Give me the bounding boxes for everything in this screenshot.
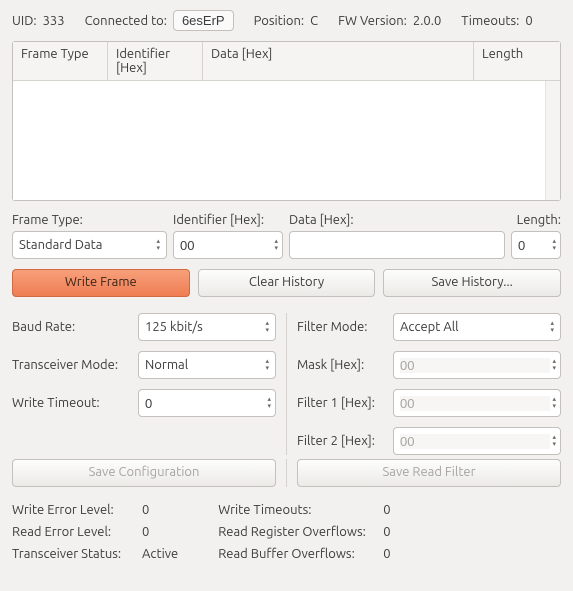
frame-type-value: Standard Data — [19, 238, 102, 252]
chevron-updown-icon: ▴▾ — [154, 238, 162, 252]
top-bar: UID: 333 Connected to: 6esErP Position: … — [12, 10, 561, 31]
read-buffer-overflows-label: Read Buffer Overflows: — [218, 547, 383, 561]
filter2-field — [400, 434, 550, 449]
vertical-divider — [286, 459, 287, 487]
connected-label: Connected to: — [85, 14, 167, 28]
table-header: Frame Type Identifier [Hex] Data [Hex] L… — [13, 42, 560, 81]
uid-label: UID: — [12, 14, 37, 28]
chevron-updown-icon: ▴▾ — [263, 320, 271, 334]
col-frame-type[interactable]: Frame Type — [13, 42, 108, 80]
spinner-arrows-icon[interactable]: ▴▾ — [265, 396, 273, 410]
connected-to-button[interactable]: 6esErP — [173, 10, 234, 31]
transceiver-status-label: Transceiver Status: — [12, 547, 142, 561]
frame-type-label: Frame Type: — [12, 213, 167, 227]
position-label: Position: — [254, 14, 305, 28]
spinner-arrows-icon: ▴▾ — [550, 434, 558, 448]
filter1-field — [400, 396, 550, 411]
filter1-input[interactable]: ▴▾ — [393, 389, 561, 417]
read-register-overflows-value: 0 — [383, 525, 390, 539]
identifier-field[interactable] — [180, 238, 272, 253]
position-value: C — [310, 14, 318, 28]
vertical-divider — [286, 313, 287, 455]
write-timeouts-value: 0 — [383, 503, 390, 517]
read-register-overflows-label: Read Register Overflows: — [218, 525, 383, 539]
chevron-updown-icon: ▴▾ — [263, 358, 271, 372]
length-label: Length: — [511, 213, 561, 227]
transceiver-mode-value: Normal — [145, 358, 188, 372]
input-row: Standard Data ▴▾ ▴▾ ▴▾ — [12, 231, 561, 259]
read-error-level-value: 0 — [142, 525, 149, 539]
save-buttons-row: Save Configuration Save Read Filter — [12, 459, 561, 487]
mask-field — [400, 358, 550, 373]
save-history-button[interactable]: Save History... — [383, 269, 561, 297]
mask-input[interactable]: ▴▾ — [393, 351, 561, 379]
config-section: Baud Rate: 125 kbit/s ▴▾ Transceiver Mod… — [12, 313, 561, 455]
frame-type-select[interactable]: Standard Data ▴▾ — [12, 231, 167, 259]
stats-left-column: Write Error Level: 0 Read Error Level: 0… — [12, 503, 178, 561]
read-buffer-overflows-value: 0 — [383, 547, 390, 561]
input-labels-row: Frame Type: Identifier [Hex]: Data [Hex]… — [12, 213, 561, 227]
config-left-column: Baud Rate: 125 kbit/s ▴▾ Transceiver Mod… — [12, 313, 276, 455]
spinner-arrows-icon: ▴▾ — [550, 358, 558, 372]
write-frame-button[interactable]: Write Frame — [12, 269, 190, 297]
spinner-arrows-icon: ▴▾ — [550, 396, 558, 410]
save-read-filter-button[interactable]: Save Read Filter — [297, 459, 561, 487]
write-error-level-value: 0 — [142, 503, 149, 517]
data-label: Data [Hex]: — [289, 213, 505, 227]
filter2-input[interactable]: ▴▾ — [393, 427, 561, 455]
col-identifier[interactable]: Identifier [Hex] — [108, 42, 203, 80]
identifier-input[interactable]: ▴▾ — [173, 231, 283, 259]
spinner-arrows-icon[interactable]: ▴▾ — [550, 238, 558, 252]
baud-rate-value: 125 kbit/s — [145, 320, 203, 334]
filter1-label: Filter 1 [Hex]: — [297, 396, 387, 410]
filter-mode-select[interactable]: Accept All ▴▾ — [393, 313, 561, 341]
col-data[interactable]: Data [Hex] — [203, 42, 474, 80]
write-timeout-input[interactable]: ▴▾ — [138, 389, 276, 417]
mask-label: Mask [Hex]: — [297, 358, 387, 372]
write-timeout-field[interactable] — [145, 396, 265, 411]
config-right-column: Filter Mode: Accept All ▴▾ Mask [Hex]: ▴… — [297, 313, 561, 455]
length-input[interactable]: ▴▾ — [511, 231, 561, 259]
stats-section: Write Error Level: 0 Read Error Level: 0… — [12, 503, 561, 561]
length-field[interactable] — [518, 238, 550, 253]
timeouts-value: 0 — [525, 14, 532, 28]
clear-history-button[interactable]: Clear History — [198, 269, 376, 297]
transceiver-mode-label: Transceiver Mode: — [12, 358, 132, 372]
baud-rate-select[interactable]: 125 kbit/s ▴▾ — [138, 313, 276, 341]
save-configuration-button[interactable]: Save Configuration — [12, 459, 276, 487]
col-length[interactable]: Length — [474, 42, 544, 80]
data-input[interactable] — [289, 231, 505, 259]
fw-label: FW Version: — [338, 14, 407, 28]
chevron-updown-icon: ▴▾ — [548, 320, 556, 334]
col-scroll-spacer — [544, 42, 560, 80]
identifier-label: Identifier [Hex]: — [173, 213, 283, 227]
fw-value: 2.0.0 — [413, 14, 441, 28]
filter2-label: Filter 2 [Hex]: — [297, 434, 387, 448]
filter-mode-value: Accept All — [400, 320, 459, 334]
stats-right-column: Write Timeouts: 0 Read Register Overflow… — [218, 503, 390, 561]
table-body[interactable] — [13, 81, 545, 200]
transceiver-mode-select[interactable]: Normal ▴▾ — [138, 351, 276, 379]
filter-mode-label: Filter Mode: — [297, 320, 387, 334]
write-timeouts-label: Write Timeouts: — [218, 503, 383, 517]
action-buttons-row: Write Frame Clear History Save History..… — [12, 269, 561, 297]
history-table: Frame Type Identifier [Hex] Data [Hex] L… — [12, 41, 561, 201]
read-error-level-label: Read Error Level: — [12, 525, 142, 539]
timeouts-label: Timeouts: — [461, 14, 519, 28]
spinner-arrows-icon[interactable]: ▴▾ — [272, 238, 280, 252]
baud-rate-label: Baud Rate: — [12, 320, 132, 334]
transceiver-status-value: Active — [142, 547, 178, 561]
write-timeout-label: Write Timeout: — [12, 396, 132, 410]
vertical-scrollbar[interactable] — [545, 81, 560, 200]
uid-value: 333 — [43, 14, 65, 28]
write-error-level-label: Write Error Level: — [12, 503, 142, 517]
